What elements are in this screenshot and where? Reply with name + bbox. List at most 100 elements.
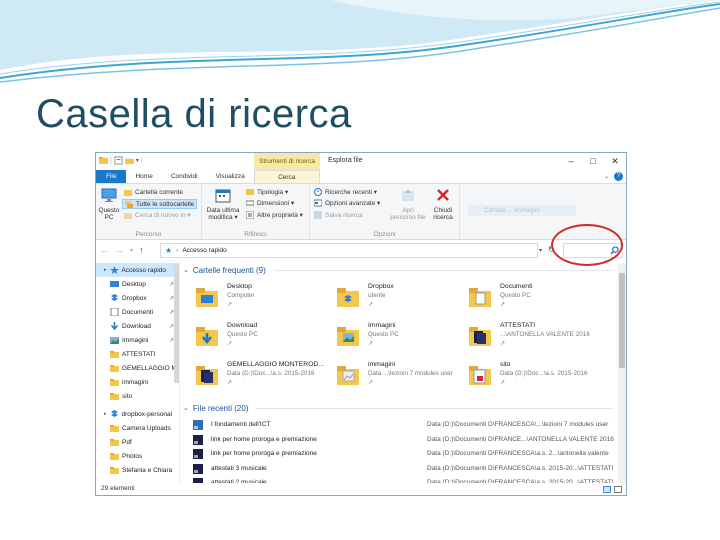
maximize-button[interactable]: □ xyxy=(582,153,604,170)
breadcrumb-location[interactable]: Accesso rapido xyxy=(182,247,226,254)
details-view-icon[interactable] xyxy=(603,486,611,493)
history-dropdown-icon[interactable]: ▾ xyxy=(130,245,133,257)
sidebar-item[interactable]: sito xyxy=(96,389,179,403)
up-arrow-icon[interactable]: ↑ xyxy=(139,245,144,257)
gemellaggio-folder-icon xyxy=(196,366,218,385)
tab-share[interactable]: Condividi xyxy=(162,170,207,183)
close-search-button[interactable]: Chiudi ricerca xyxy=(429,187,457,221)
status-bar: 29 elementi xyxy=(96,483,626,495)
type-filter-button[interactable]: Tipologia ▾ xyxy=(246,188,288,196)
sidebar-item[interactable]: Immagini ↗ xyxy=(96,333,179,347)
recent-file-row[interactable]: I fondamenti dell'ICT Data (D:)\Documenti… xyxy=(193,418,613,432)
new-folder-icon[interactable] xyxy=(124,156,134,165)
chevron-icon[interactable]: ▸ xyxy=(104,267,107,273)
sidebar-item[interactable]: GEMELLAGGIO M xyxy=(96,361,179,375)
size-filter-button[interactable]: Dimensioni ▾ xyxy=(246,199,294,207)
sidebar-item[interactable]: Documenti ↗ xyxy=(96,305,179,319)
group-label-rifinisci: Rifinisci xyxy=(244,231,267,238)
tab-file[interactable]: File xyxy=(96,170,127,183)
save-icon xyxy=(314,211,322,219)
sidebar-item[interactable]: Download ↗ xyxy=(96,319,179,333)
customize-qat-icon[interactable]: ▾ xyxy=(136,157,139,164)
group-rifinisci: Data ultima modifica ▾ Tipologia ▾ Dimen… xyxy=(202,184,310,240)
tab-view[interactable]: Visualizza xyxy=(207,170,254,183)
save-search-button[interactable]: Salva ricerca xyxy=(314,211,363,219)
context-tab-search-tools[interactable]: Strumenti di ricerca xyxy=(254,153,320,170)
forward-arrow-icon[interactable]: → xyxy=(115,245,124,257)
sidebar-item[interactable]: Dropbox ↗ xyxy=(96,291,179,305)
properties-icon[interactable] xyxy=(114,156,123,165)
sidebar-item[interactable]: Stefania e Chiara xyxy=(96,463,179,477)
tile-name: immagini xyxy=(368,361,396,368)
sidebar-item[interactable]: ▸ dropbox-personal xyxy=(96,407,179,421)
pictures-folder-icon xyxy=(337,327,359,346)
chevron-down-icon: ⌄ xyxy=(183,405,189,412)
download-icon xyxy=(110,322,119,330)
frequent-folder-tile[interactable]: Desktop Computer ↗ xyxy=(189,279,319,315)
chevron-icon[interactable]: ▸ xyxy=(104,411,107,417)
scrollbar-thumb[interactable] xyxy=(619,273,625,368)
nav-scrollbar[interactable] xyxy=(174,265,179,383)
sidebar-item[interactable]: Desktop ↗ xyxy=(96,277,179,291)
sidebar-item-label: Download xyxy=(122,322,151,330)
recent-searches-button[interactable]: Ricerche recenti ▾ xyxy=(314,188,377,196)
search-again-in-button[interactable]: Cerca di nuovo in ▾ xyxy=(124,211,191,219)
sidebar-item[interactable]: Photos xyxy=(96,449,179,463)
sidebar-item[interactable]: immagini xyxy=(96,375,179,389)
tab-home[interactable]: Home xyxy=(126,170,161,183)
chevron-down-icon: ⌄ xyxy=(183,267,189,274)
tile-name: Desktop xyxy=(227,283,252,290)
advanced-options-icon xyxy=(314,199,322,207)
frequent-folders-header[interactable]: ⌄ Cartelle frequenti (9) xyxy=(183,263,613,277)
sidebar-item-label: GEMELLAGGIO M xyxy=(122,364,177,372)
recent-files-header[interactable]: ⌄ File recenti (20) xyxy=(183,401,613,415)
ribbon-right-controls: ⌄ ? xyxy=(604,172,623,181)
frequent-folder-tile[interactable]: Download Questo PC ↗ xyxy=(189,318,319,354)
dropbox-icon xyxy=(111,294,118,301)
advanced-options-button[interactable]: Opzioni avanzate ▾ xyxy=(314,199,380,207)
collapse-ribbon-icon[interactable]: ⌄ xyxy=(604,173,609,180)
dropbox-folder-icon xyxy=(337,288,359,307)
recent-file-row[interactable]: link per home proroga e premiazione Data … xyxy=(193,433,614,447)
folder-icon xyxy=(110,393,119,400)
other-properties-button[interactable]: Altre proprietà ▾ xyxy=(246,211,303,219)
all-subfolders-button[interactable]: Tutte le sottocartelle xyxy=(122,199,198,209)
frequent-folder-tile[interactable]: Immagini Questo PC ↗ xyxy=(330,318,460,354)
tab-search[interactable]: Cerca xyxy=(253,170,320,183)
sidebar-item[interactable]: ▸ Accesso rapido xyxy=(96,263,179,277)
minimize-button[interactable]: – xyxy=(560,153,582,170)
sidebar-item-label: Camera Uploads xyxy=(122,424,171,432)
frequent-folder-tile[interactable]: Documenti Questo PC ↗ xyxy=(462,279,592,315)
help-icon[interactable]: ? xyxy=(614,172,623,181)
date-modified-button[interactable]: Data ultima modifica ▾ xyxy=(204,187,242,221)
this-pc-button[interactable]: Questo PC xyxy=(97,187,121,221)
sidebar-item[interactable]: Pdf xyxy=(96,435,179,449)
close-button[interactable]: ✕ xyxy=(604,153,626,170)
recent-file-row[interactable]: link per home proroga e premiazione Data … xyxy=(193,447,613,461)
documents-folder-icon xyxy=(469,288,491,307)
frequent-folder-tile[interactable]: Dropbox utente ↗ xyxy=(330,279,460,315)
frequent-folder-tile[interactable]: GEMELLAGGIO MONTEROD... Data (D:)\Doc...\… xyxy=(189,357,324,393)
slide-title: Casella di ricerca xyxy=(36,92,352,136)
desktop-icon xyxy=(110,281,119,287)
frequent-folder-tile[interactable]: sito Data (D:)\Doc...\a.s. 2015-2016 ↗ xyxy=(462,357,592,393)
recent-file-row[interactable]: attestati 3 musicale Data (D:)\Documenti … xyxy=(193,462,613,476)
sidebar-item[interactable]: ATTESTATI xyxy=(96,347,179,361)
current-folder-button[interactable]: Cartella corrente xyxy=(124,188,183,196)
frequent-folder-tile[interactable]: immagini Data ...\lezioni 7 modules user ↗ xyxy=(330,357,460,393)
sidebar-item[interactable]: Camera Uploads xyxy=(96,421,179,435)
download-folder-icon xyxy=(196,327,218,346)
open-file-location-button[interactable]: Apri percorso file xyxy=(390,187,426,221)
content-scrollbar[interactable] xyxy=(618,263,626,485)
back-arrow-icon[interactable]: ← xyxy=(100,245,109,257)
address-dropdown-icon[interactable]: ▾ xyxy=(539,247,542,254)
tile-location: Data (D:)\Doc...\a.s. 2015-2016 xyxy=(227,370,315,377)
pin-icon: ↗ xyxy=(227,302,233,308)
pictures-icon xyxy=(110,337,119,344)
tiles-view-icon[interactable] xyxy=(614,486,622,493)
address-bar-row: ← → ▾ ↑ ★ › Accesso rapido ▾ ↻ xyxy=(96,240,626,262)
address-box[interactable]: ★ › Accesso rapido xyxy=(160,243,538,258)
folder-search-icon xyxy=(124,213,132,219)
frequent-folder-tile[interactable]: ATTESTATI ...\ANTONELLA VALENTE 2016 ↗ xyxy=(462,318,592,354)
tile-location: ...\ANTONELLA VALENTE 2016 xyxy=(500,331,590,338)
